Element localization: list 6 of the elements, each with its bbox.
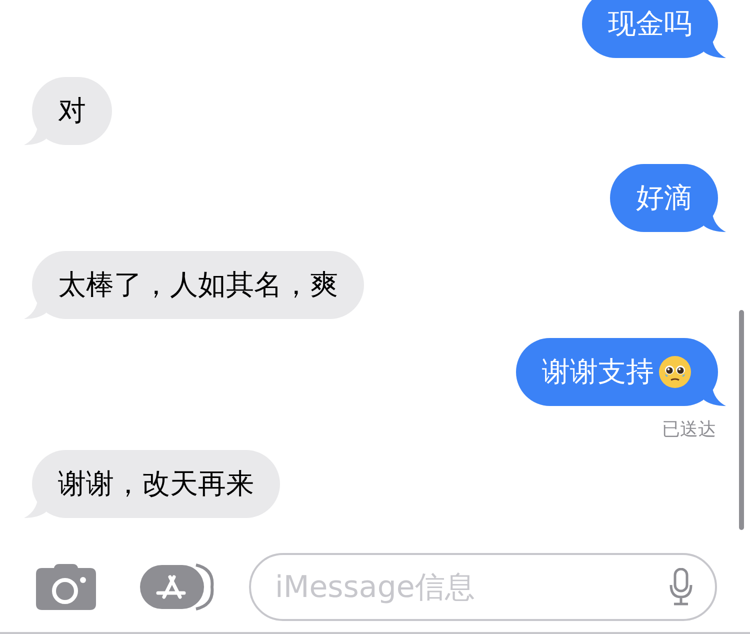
app-store-icon[interactable] [140,563,214,611]
delivery-status: 已送达 [662,418,716,442]
message-input-field[interactable]: iMessage信息 [275,564,669,610]
message-field[interactable]: iMessage信息 [249,553,717,621]
microphone-icon[interactable] [669,568,693,606]
camera-icon[interactable] [36,564,96,610]
